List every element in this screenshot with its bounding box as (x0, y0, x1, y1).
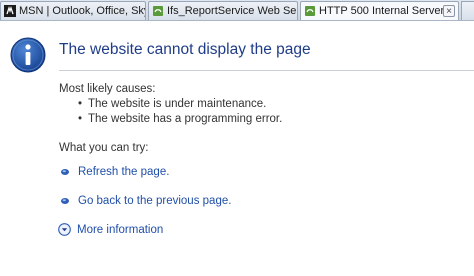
info-icon (10, 37, 46, 73)
go-back-link[interactable]: Go back to the previous page. (60, 195, 231, 207)
divider (59, 70, 474, 71)
cause-item: • The website is under maintenance. (78, 98, 266, 110)
tab-msn[interactable]: MSN | Outlook, Office, Skype, ... (0, 1, 146, 20)
bullet-icon (61, 169, 69, 175)
more-information-text[interactable]: More information (77, 224, 163, 236)
tab-label: MSN | Outlook, Office, Skype, ... (19, 5, 145, 17)
causes-heading: Most likely causes: (59, 83, 156, 95)
refresh-link-text[interactable]: Refresh the page. (78, 166, 169, 178)
bullet-glyph: • (78, 113, 83, 125)
page-title: The website cannot display the page (59, 41, 311, 58)
cause-item: • The website has a programming error. (78, 113, 282, 125)
cause-text: The website is under maintenance. (88, 98, 267, 110)
error-page: The website cannot display the page Most… (0, 21, 474, 276)
tab-strip: MSN | Outlook, Office, Skype, ... Ifs_Re… (0, 0, 474, 21)
try-heading: What you can try: (59, 142, 149, 154)
bullet-glyph: • (78, 98, 83, 110)
tab-http-500[interactable]: HTTP 500 Internal Server Err... × (300, 1, 459, 20)
ie-page-icon (153, 6, 163, 16)
more-information-link[interactable]: More information (58, 223, 163, 236)
ie-page-icon (305, 6, 315, 16)
go-back-link-text[interactable]: Go back to the previous page. (78, 195, 231, 207)
cause-text: The website has a programming error. (88, 113, 283, 125)
msn-icon (4, 5, 16, 17)
chevron-down-circle-icon (58, 223, 71, 236)
refresh-link[interactable]: Refresh the page. (60, 166, 169, 178)
new-tab-button[interactable] (461, 1, 474, 20)
close-icon[interactable]: × (443, 5, 455, 17)
tab-label: HTTP 500 Internal Server Err... (319, 5, 443, 17)
tab-report-service[interactable]: Ifs_ReportService Web Service (148, 1, 298, 20)
bullet-icon (61, 198, 69, 204)
tab-label: Ifs_ReportService Web Service (167, 5, 297, 17)
